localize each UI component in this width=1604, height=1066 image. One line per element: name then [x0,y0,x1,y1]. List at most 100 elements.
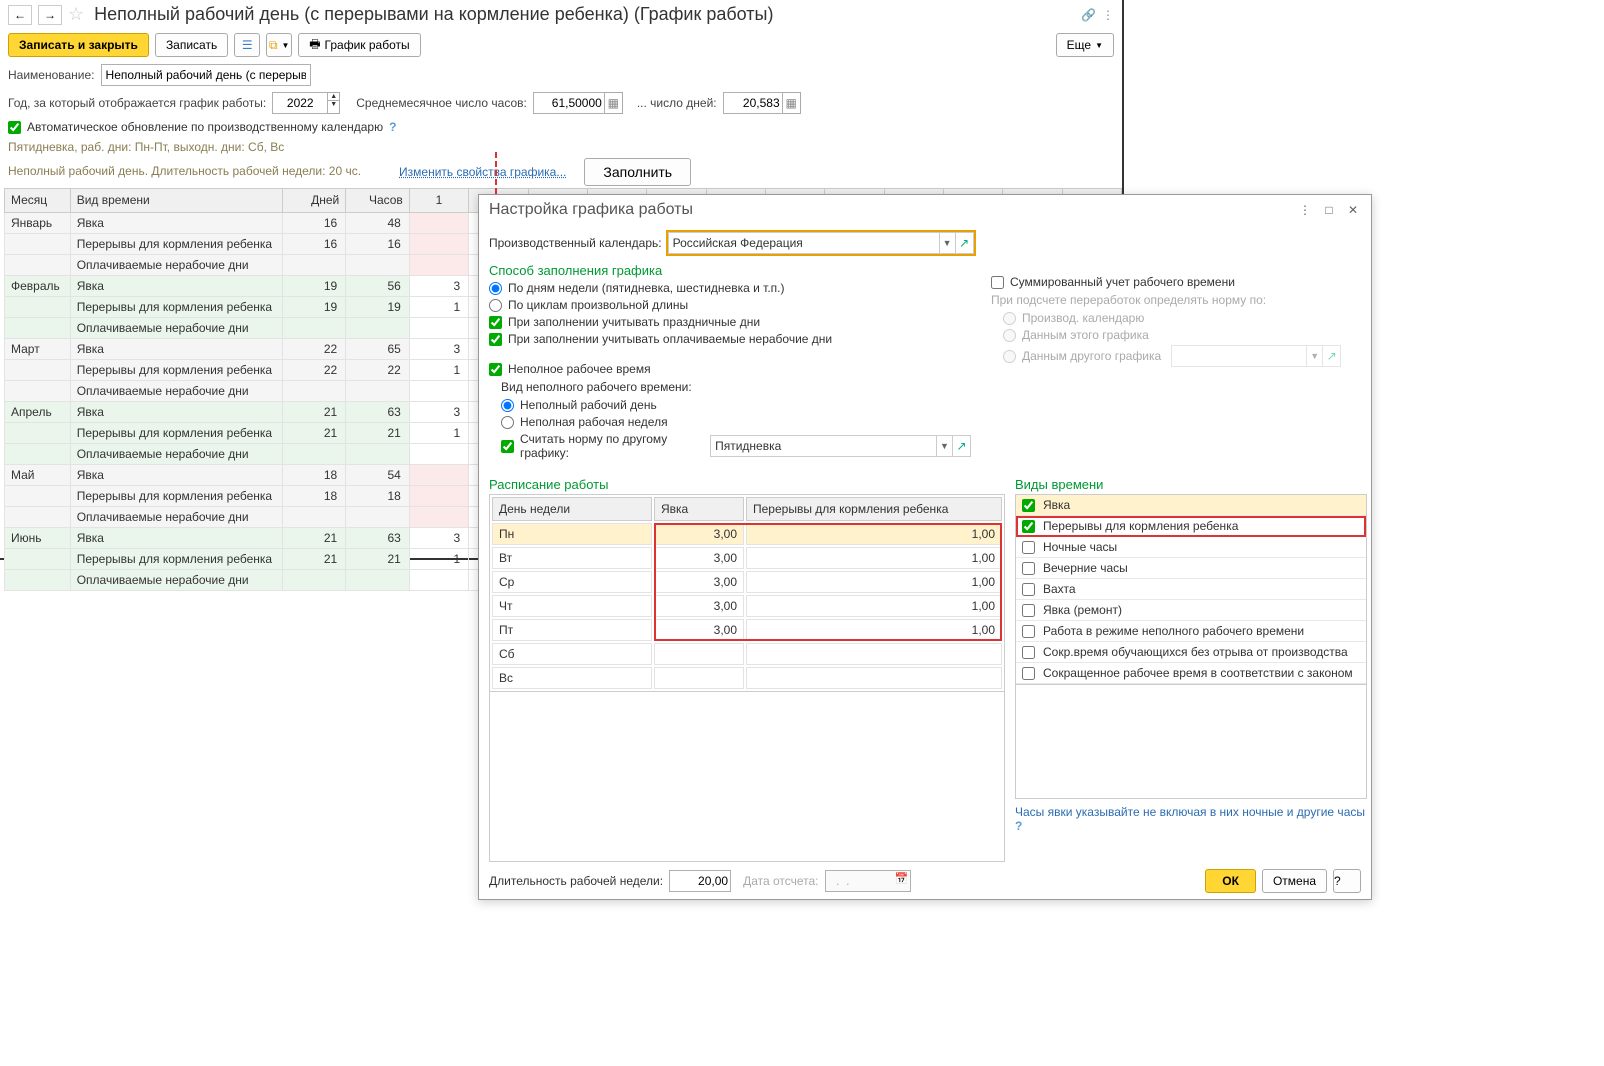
time-type-row[interactable]: Вечерние часы [1016,558,1366,579]
dialog-maximize-icon[interactable]: □ [1321,203,1337,217]
time-type-row[interactable]: Явка [1016,495,1366,516]
sched-row[interactable]: Ср3,001,00 [492,571,1002,593]
ok-button[interactable]: ОК [1205,869,1256,893]
time-type-checkbox[interactable] [1022,646,1035,659]
open-icon: ↗ [1322,346,1340,366]
year-input[interactable] [272,92,328,114]
overtime-opt2-radio [1003,329,1016,342]
week-length-input[interactable] [669,870,731,892]
change-properties-link[interactable]: Изменить свойства графика... [399,165,566,179]
fill-button[interactable]: Заполнить [584,158,691,186]
time-types-list[interactable]: ЯвкаПерерывы для кормления ребенкаНочные… [1015,494,1367,685]
time-type-row[interactable]: Сокращенное рабочее время в соответствии… [1016,663,1366,684]
nav-forward-button[interactable]: → [38,5,62,25]
sched-row[interactable]: Вс [492,667,1002,689]
time-type-row[interactable]: Ночные часы [1016,537,1366,558]
sched-row[interactable]: Чт3,001,00 [492,595,1002,617]
col-1: Вид времени [70,188,282,212]
overtime-opt1-radio [1003,312,1016,325]
summary-line1: Пятидневка, раб. дни: Пн-Пт, выходн. дни… [0,137,1122,158]
dialog-close-icon[interactable]: ✕ [1345,203,1361,217]
printer-icon: 🖶 [309,35,320,56]
calc-icon[interactable]: ▦ [605,92,623,114]
calendar-select[interactable]: Российская Федерация ▼ ↗ [668,232,974,254]
avg-hours-input[interactable] [533,92,605,114]
parttime-checkbox[interactable] [489,363,502,376]
summary-line2: Неполный рабочий день. Длительность рабо… [0,161,369,182]
col-break: Перерывы для кормления ребенка [746,497,1002,521]
sched-row[interactable]: Вт3,001,00 [492,547,1002,569]
norm-other-select[interactable]: Пятидневка ▼ ↗ [710,435,971,457]
save-close-button[interactable]: Записать и закрыть [8,33,149,57]
help-button[interactable]: ? [1333,869,1361,893]
calendar-label: Производственный календарь: [489,236,662,250]
time-type-row[interactable]: Вахта [1016,579,1366,600]
dialog-menu-icon[interactable]: ⋮ [1297,203,1313,217]
time-type-checkbox[interactable] [1022,625,1035,638]
list-icon-button[interactable]: ☰ [234,33,260,57]
by-cycles-radio[interactable] [489,299,502,312]
avg-days-input[interactable] [723,92,783,114]
sched-section-title: Расписание работы [489,477,1005,492]
open-icon[interactable]: ↗ [955,233,973,253]
calc-icon[interactable]: ▦ [783,92,801,114]
year-down-button[interactable]: ▼ [328,100,339,108]
types-section-title: Виды времени [1015,477,1367,492]
schedule-days-table[interactable]: День недели Явка Перерывы для кормления … [489,494,1005,692]
settings-dialog: Настройка графика работы ⋮ □ ✕ Производс… [478,194,1372,900]
time-type-row[interactable]: Работа в режиме неполного рабочего време… [1016,621,1366,642]
menu-icon[interactable]: ⋮ [1102,8,1114,22]
avg-days-label: ... число дней: [637,96,717,110]
dropdown-icon[interactable]: ▼ [939,233,955,253]
open-icon[interactable]: ↗ [952,436,970,456]
overtime-other-select: ▼ ↗ [1171,345,1341,367]
overtime-label: При подсчете переработок определять норм… [991,293,1361,307]
star-icon[interactable]: ☆ [68,4,84,25]
holidays-checkbox[interactable] [489,316,502,329]
schedule-button[interactable]: 🖶График работы [298,33,420,57]
time-type-checkbox[interactable] [1022,499,1035,512]
page-title: Неполный рабочий день (с перерывами на к… [94,4,773,25]
overtime-opt3-radio [1003,350,1016,363]
cancel-button[interactable]: Отмена [1262,869,1327,893]
hint-text: Часы явки указывайте не включая в них но… [1015,805,1365,819]
help-icon[interactable]: ? [389,120,396,134]
sched-row[interactable]: Сб [492,643,1002,665]
parttime-day-radio[interactable] [501,399,514,412]
time-type-checkbox[interactable] [1022,604,1035,617]
copy-icon-button[interactable]: ⧉▼ [266,33,292,57]
auto-update-checkbox[interactable] [8,121,21,134]
col-2: Дней [282,188,346,212]
col-0: Месяц [5,188,71,212]
avg-hours-label: Среднемесячное число часов: [356,96,527,110]
list-icon: ☰ [242,38,253,52]
norm-other-checkbox[interactable] [501,440,514,453]
time-type-row[interactable]: Сокр.время обучающихся без отрыва от про… [1016,642,1366,663]
calendar-icon: 📅 [895,872,909,885]
sched-row[interactable]: Пт3,001,00 [492,619,1002,641]
dropdown-icon[interactable]: ▼ [936,436,952,456]
parttime-week-radio[interactable] [501,416,514,429]
week-length-label: Длительность рабочей недели: [489,874,663,888]
time-type-row[interactable]: Перерывы для кормления ребенка [1016,516,1366,537]
time-type-checkbox[interactable] [1022,583,1035,596]
time-type-row[interactable]: Явка (ремонт) [1016,600,1366,621]
by-days-radio[interactable] [489,282,502,295]
start-date-label: Дата отсчета: [743,874,818,888]
time-type-checkbox[interactable] [1022,520,1035,533]
sched-row[interactable]: Пн3,001,00 [492,523,1002,545]
link-icon[interactable]: 🔗 [1081,8,1096,22]
time-type-checkbox[interactable] [1022,541,1035,554]
more-button[interactable]: Еще ▼ [1056,33,1114,57]
save-button[interactable]: Записать [155,33,228,57]
time-type-checkbox[interactable] [1022,562,1035,575]
time-type-checkbox[interactable] [1022,667,1035,680]
auto-update-label: Автоматическое обновление по производств… [27,120,383,134]
nav-back-button[interactable]: ← [8,5,32,25]
paid-nonwork-checkbox[interactable] [489,333,502,346]
summed-checkbox[interactable] [991,276,1004,289]
dialog-title: Настройка графика работы [489,201,693,219]
help-icon[interactable]: ? [1015,819,1022,833]
name-input[interactable] [101,64,311,86]
year-up-button[interactable]: ▲ [328,93,339,100]
